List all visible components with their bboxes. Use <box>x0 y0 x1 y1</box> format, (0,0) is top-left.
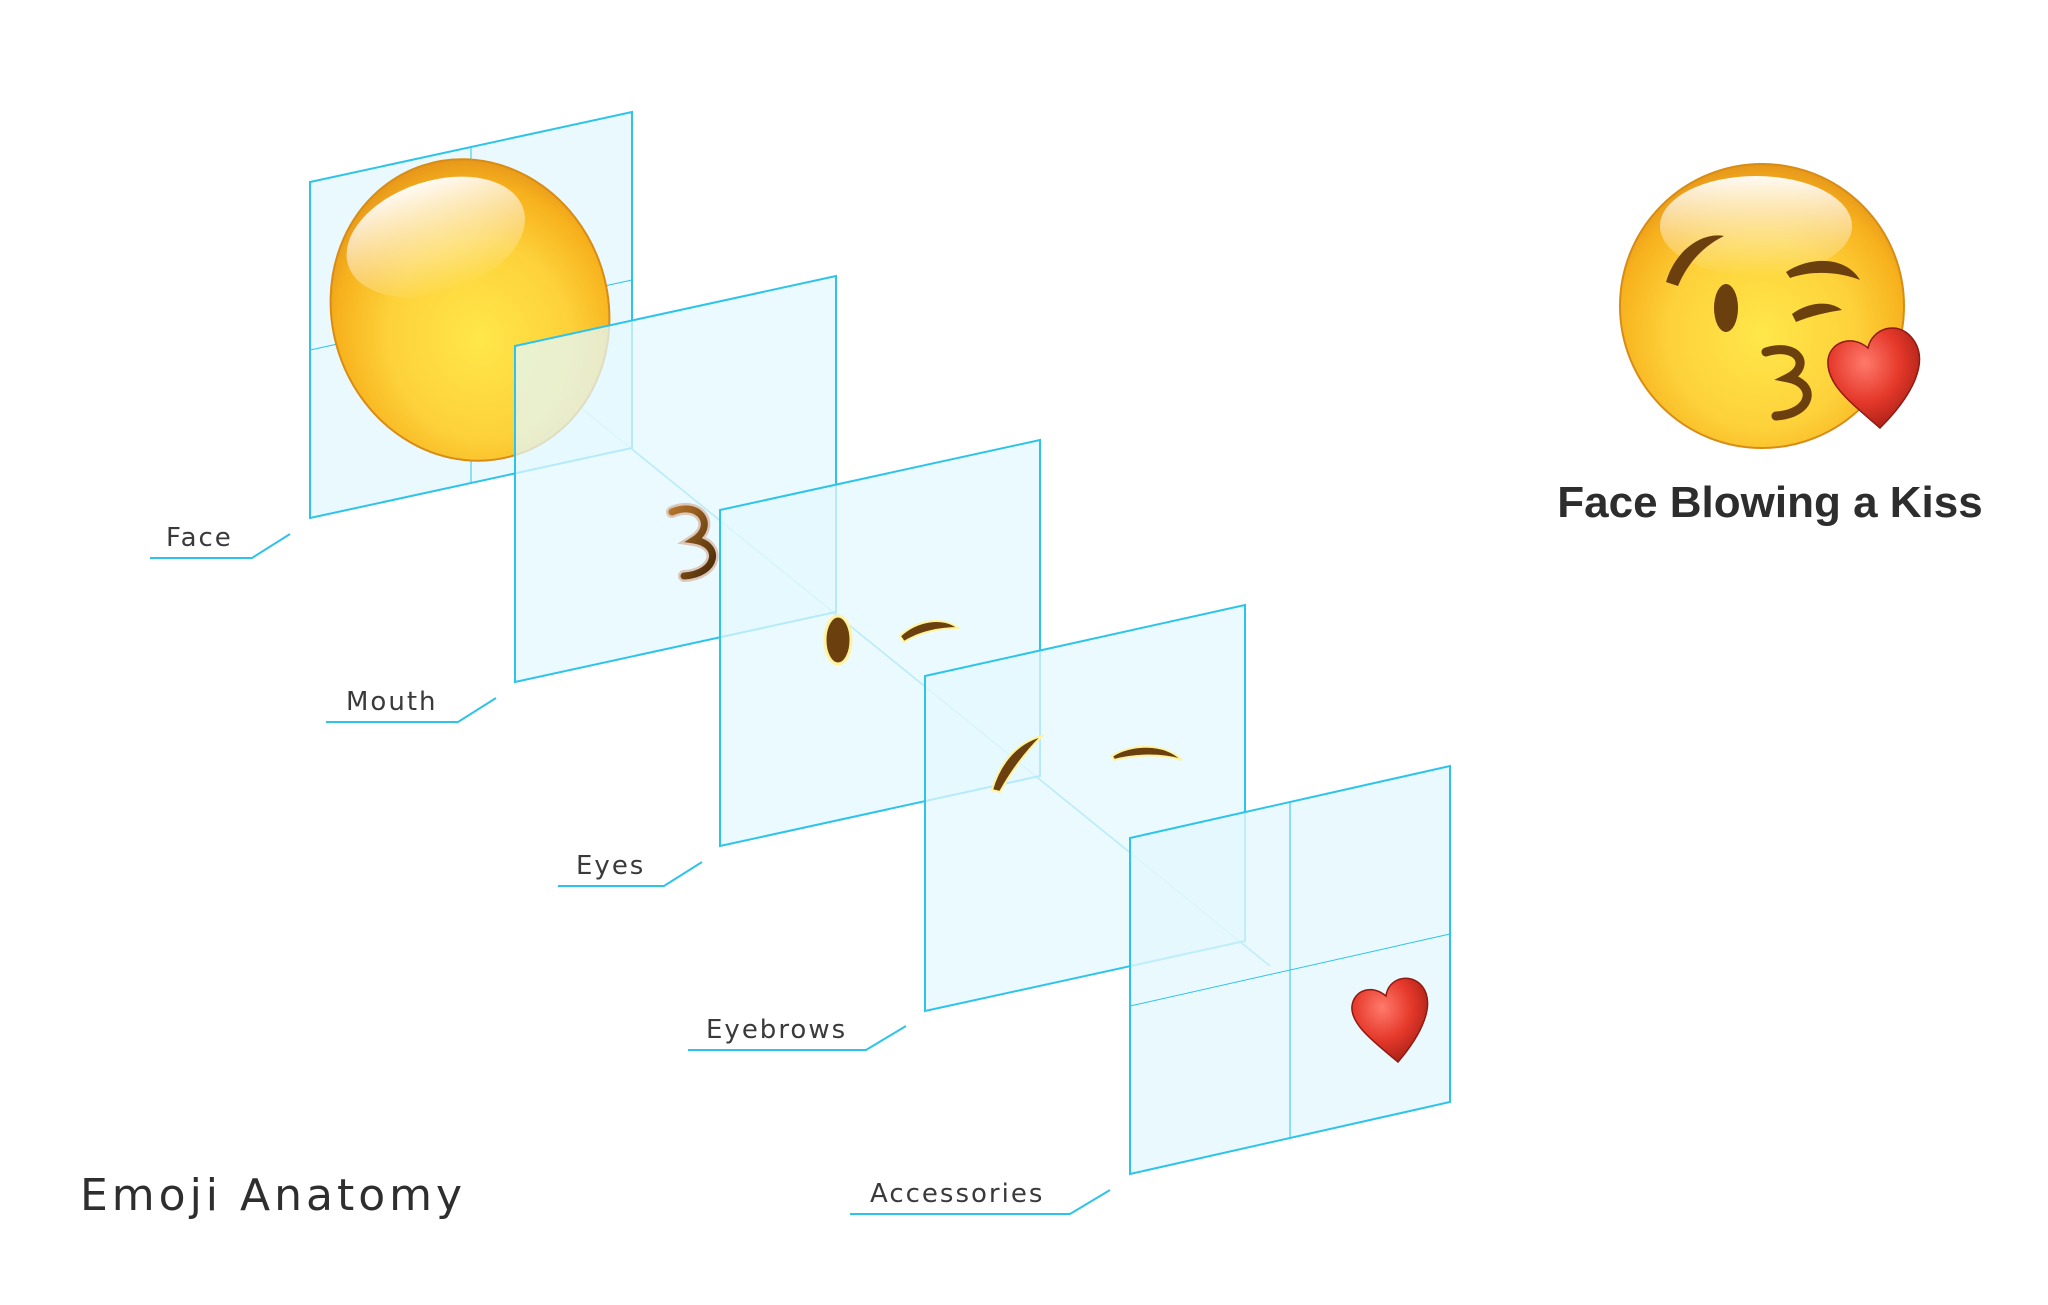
label-eyes: Eyes <box>558 851 703 887</box>
label-eyebrows-text: Eyebrows <box>706 1015 847 1045</box>
label-accessories-text: Accessories <box>870 1179 1044 1209</box>
label-eyes-text: Eyes <box>576 851 645 881</box>
label-mouth: Mouth <box>326 687 497 723</box>
label-face: Face <box>150 523 291 559</box>
page-title: Emoji Anatomy <box>80 1170 467 1221</box>
label-face-text: Face <box>166 523 233 553</box>
label-mouth-text: Mouth <box>346 687 438 717</box>
label-accessories: Accessories <box>850 1179 1111 1215</box>
label-eyebrows: Eyebrows <box>688 1015 907 1051</box>
emoji-name: Face Blowing a Kiss <box>1557 478 1983 527</box>
composite-emoji <box>1619 163 1921 449</box>
emoji-anatomy-diagram: Face Mouth Eyes Eyebrows Accessories <box>150 110 1921 1215</box>
layer-accessories <box>1129 764 1451 1176</box>
